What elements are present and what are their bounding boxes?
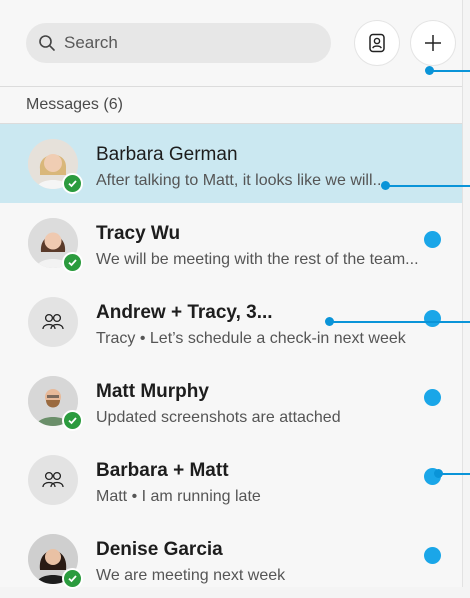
unread-indicator xyxy=(424,310,441,327)
check-icon xyxy=(68,259,77,267)
messages-panel: Search Messages (6) Barbara German After… xyxy=(0,0,463,589)
group-icon xyxy=(42,313,64,330)
unread-indicator xyxy=(424,389,441,406)
check-icon xyxy=(68,575,77,583)
avatar xyxy=(28,534,83,589)
contact-name: Barbara + Matt xyxy=(96,460,229,481)
message-preview: After talking to Matt, it looks like we … xyxy=(96,172,386,189)
section-title: Messages (6) xyxy=(26,96,123,113)
check-icon xyxy=(68,417,77,425)
presence-badge xyxy=(62,252,83,273)
message-preview: We will be meeting with the rest of the … xyxy=(96,251,419,268)
contact-name: Barbara German xyxy=(96,144,238,165)
conversation-row[interactable]: Barbara German After talking to Matt, it… xyxy=(0,124,462,203)
message-preview: Tracy • Let’s schedule a check-in next w… xyxy=(96,330,406,347)
search-icon xyxy=(39,35,55,51)
add-button[interactable] xyxy=(411,21,455,65)
conversation-row[interactable]: Matt Murphy Updated screenshots are atta… xyxy=(0,361,462,440)
contact-name: Tracy Wu xyxy=(96,223,181,244)
top-bar: Search xyxy=(0,0,462,87)
avatar xyxy=(28,218,83,273)
contact-name: Andrew + Tracy, 3... xyxy=(96,302,273,323)
callout-dot xyxy=(425,66,434,75)
callout-line xyxy=(440,473,470,475)
callout-line xyxy=(430,70,470,72)
callout-line xyxy=(330,321,470,323)
conversation-row[interactable]: Denise Garcia We are meeting next week xyxy=(0,519,462,598)
presence-badge xyxy=(62,173,83,194)
avatar xyxy=(28,376,83,431)
conversation-row[interactable]: Barbara + Matt Matt • I am running late xyxy=(0,440,462,519)
message-preview: Matt • I am running late xyxy=(96,488,261,505)
avatar xyxy=(28,455,78,505)
conversation-row[interactable]: Tracy Wu We will be meeting with the res… xyxy=(0,203,462,282)
callout-line xyxy=(386,185,470,187)
contacts-icon xyxy=(369,33,385,53)
callout-dot xyxy=(325,317,334,326)
message-preview: We are meeting next week xyxy=(96,567,286,584)
contact-name: Denise Garcia xyxy=(96,539,223,560)
callout-dot xyxy=(381,181,390,190)
presence-badge xyxy=(62,410,83,431)
conversation-list: Barbara German After talking to Matt, it… xyxy=(0,124,462,598)
plus-icon xyxy=(425,35,441,51)
messages-section-header: Messages (6) xyxy=(0,86,462,124)
callout-dot xyxy=(434,469,443,478)
group-icon xyxy=(42,471,64,488)
search-placeholder: Search xyxy=(64,33,118,52)
presence-badge xyxy=(62,568,83,589)
search-input[interactable]: Search xyxy=(26,23,331,63)
unread-indicator xyxy=(424,547,441,564)
contacts-button[interactable] xyxy=(355,21,399,65)
contact-name: Matt Murphy xyxy=(96,381,209,402)
avatar xyxy=(28,139,83,194)
avatar xyxy=(28,297,78,347)
check-icon xyxy=(68,180,77,188)
message-preview: Updated screenshots are attached xyxy=(96,409,341,426)
unread-indicator xyxy=(424,231,441,248)
